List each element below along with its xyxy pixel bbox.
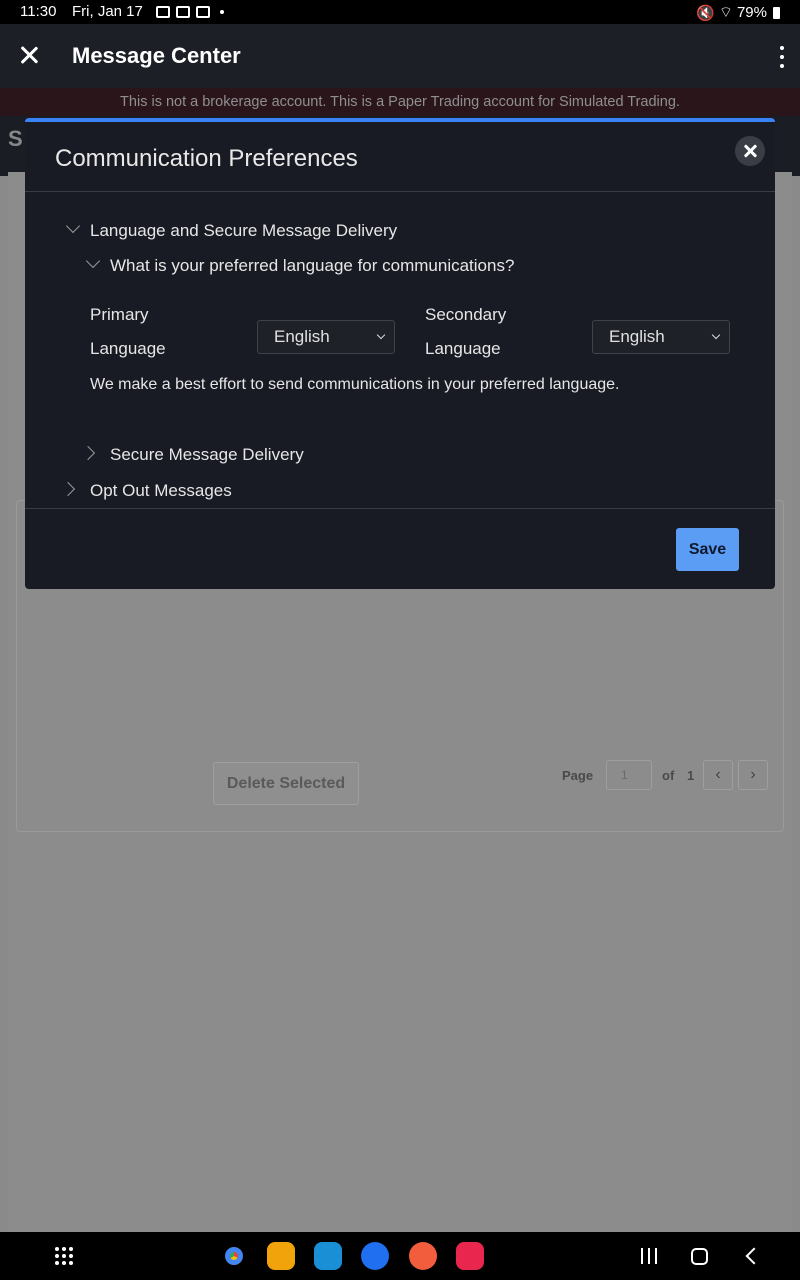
- total-pages: 1: [687, 768, 695, 783]
- secondary-language-value: English: [609, 327, 665, 346]
- communication-preferences-modal: Communication Preferences Language and S…: [25, 118, 775, 589]
- status-date: Fri, Jan 17: [72, 3, 143, 20]
- primary-language-label-line2: Language: [90, 339, 166, 358]
- status-bar: 11:30 Fri, Jan 17 🔇 ⌔ 79%: [0, 0, 800, 24]
- mute-icon: 🔇: [696, 4, 715, 22]
- delete-selected-button[interactable]: Delete Selected: [213, 762, 359, 805]
- chevron-down-icon: [376, 330, 386, 340]
- secure-message-delivery-item[interactable]: Secure Message Delivery: [110, 445, 304, 465]
- section-language-secure-delivery[interactable]: Language and Secure Message Delivery: [90, 221, 397, 241]
- next-page-button[interactable]: ›: [738, 760, 768, 790]
- chevron-down-icon[interactable]: [85, 253, 101, 269]
- messages-icon[interactable]: [361, 1242, 389, 1270]
- calendar-icon[interactable]: [314, 1242, 342, 1270]
- modal-header-divider: [25, 191, 775, 192]
- home-button[interactable]: [691, 1248, 708, 1265]
- page-number-input[interactable]: 1: [606, 760, 652, 790]
- modal-close-button[interactable]: [735, 136, 765, 166]
- gallery-notification-icon: [156, 6, 170, 18]
- primary-language-label-line1: Primary: [90, 305, 149, 324]
- close-icon[interactable]: [18, 44, 40, 66]
- battery-icon: [773, 6, 780, 19]
- background-section-title: S: [8, 126, 23, 151]
- wifi-icon: ⌔: [718, 4, 733, 21]
- app-bar: Message Center: [0, 24, 800, 88]
- more-notifications-icon: [220, 10, 224, 14]
- secondary-language-select[interactable]: English: [592, 320, 730, 354]
- language-note: We make a best effort to send communicat…: [90, 376, 620, 393]
- opt-out-messages-item[interactable]: Opt Out Messages: [90, 481, 232, 501]
- app-drawer-icon[interactable]: [55, 1247, 73, 1265]
- chevron-right-icon: ›: [750, 766, 756, 783]
- chevron-down-icon: [711, 330, 721, 340]
- app-notification-icon: [196, 6, 210, 18]
- primary-language-select[interactable]: English: [257, 320, 395, 354]
- close-icon: [743, 144, 757, 158]
- prev-page-button[interactable]: ‹: [703, 760, 733, 790]
- page-label: Page: [562, 768, 594, 783]
- secondary-language-label-line2: Language: [425, 339, 501, 358]
- of-label: of: [662, 768, 675, 783]
- back-button[interactable]: [745, 1247, 763, 1265]
- battery-level: 79%: [736, 4, 767, 21]
- chevron-left-icon: ‹: [715, 766, 721, 783]
- camera-icon[interactable]: [456, 1242, 484, 1270]
- more-options-icon[interactable]: [778, 46, 786, 68]
- page-title: Message Center: [72, 43, 241, 68]
- language-question[interactable]: What is your preferred language for comm…: [110, 256, 514, 276]
- primary-language-value: English: [274, 327, 330, 346]
- recent-apps-button[interactable]: [641, 1248, 657, 1264]
- save-button[interactable]: Save: [676, 528, 739, 571]
- news-notification-icon: [176, 6, 190, 18]
- chevron-down-icon[interactable]: [65, 218, 81, 234]
- status-right: 🔇 ⌔ 79%: [696, 3, 780, 22]
- status-time: 11:30: [20, 3, 57, 20]
- modal-footer-divider: [25, 508, 775, 509]
- navigation-bar: [0, 1232, 800, 1280]
- contacts-icon[interactable]: [409, 1242, 437, 1270]
- paper-trading-banner: This is not a brokerage account. This is…: [0, 88, 800, 116]
- modal-title: Communication Preferences: [55, 145, 358, 172]
- chevron-right-icon[interactable]: [80, 445, 96, 461]
- chevron-right-icon[interactable]: [60, 481, 76, 497]
- secondary-language-label-line1: Secondary: [425, 305, 507, 324]
- chrome-icon[interactable]: [220, 1242, 248, 1270]
- files-icon[interactable]: [267, 1242, 295, 1270]
